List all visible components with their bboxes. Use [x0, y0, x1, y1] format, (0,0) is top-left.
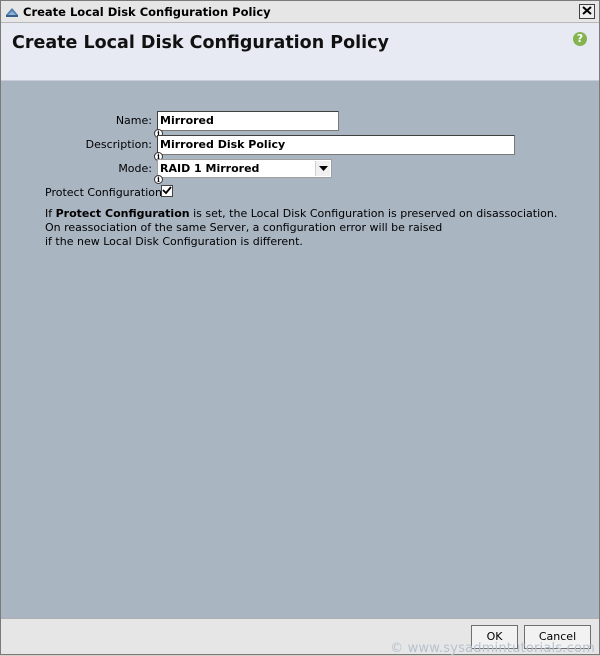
help-text-prefix: If	[45, 207, 56, 220]
mode-select[interactable]: RAID 1 Mirrored	[157, 159, 332, 178]
dialog-header: Create Local Disk Configuration Policy ?	[1, 23, 599, 81]
help-text-line-3: if the new Local Disk Configuration is d…	[45, 235, 303, 248]
help-text-line-2: On reassociation of the same Server, a c…	[45, 221, 443, 234]
close-button[interactable]	[579, 4, 595, 19]
info-icon: i	[154, 175, 163, 184]
title-bar[interactable]: Create Local Disk Configuration Policy	[1, 1, 599, 23]
protect-configuration-label: Protect Configuration:	[45, 186, 166, 199]
cisco-app-icon	[5, 5, 19, 19]
close-icon	[582, 5, 592, 18]
chevron-down-icon[interactable]	[315, 161, 330, 176]
protect-configuration-help-text: If Protect Configuration is set, the Loc…	[45, 207, 557, 249]
dialog-footer: OK Cancel © www.sysadmintutorials.com	[1, 618, 599, 656]
mode-select-value: RAID 1 Mirrored	[160, 162, 260, 175]
window-title: Create Local Disk Configuration Policy	[23, 5, 271, 19]
name-input[interactable]: Mirrored	[157, 111, 339, 131]
help-icon[interactable]: ?	[573, 32, 587, 46]
protect-configuration-checkbox[interactable]	[161, 185, 173, 197]
help-text-line-1: If Protect Configuration is set, the Loc…	[45, 207, 557, 221]
description-input[interactable]: Mirrored Disk Policy	[157, 135, 515, 155]
dialog-window: Create Local Disk Configuration Policy C…	[0, 0, 600, 656]
watermark-text: © www.sysadmintutorials.com	[390, 641, 595, 656]
help-text-bold: Protect Configuration	[55, 207, 190, 220]
checkmark-icon	[162, 185, 172, 198]
mode-label: Mode:	[118, 162, 152, 175]
help-text-suffix: is set, the Local Disk Configuration is …	[189, 207, 558, 220]
description-label: Description:	[85, 138, 152, 151]
name-label: Name:	[115, 114, 152, 127]
page-title: Create Local Disk Configuration Policy	[12, 33, 389, 53]
